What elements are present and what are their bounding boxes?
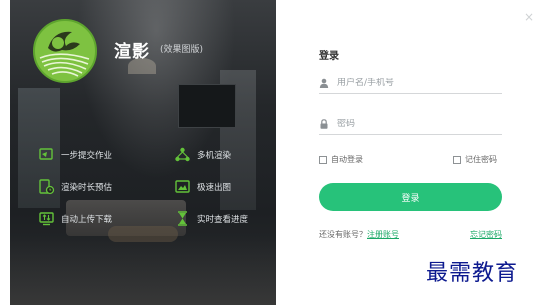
username-field[interactable] xyxy=(319,72,502,94)
remember-password-label: 记住密码 xyxy=(465,155,497,164)
lock-icon xyxy=(320,118,328,129)
remember-password-checkbox[interactable]: 记住密码 xyxy=(453,154,497,165)
hourglass-icon xyxy=(178,211,187,226)
feature-time-estimate: 渲染时长预估 xyxy=(38,178,112,195)
promo-panel: 渲影 (效果图版) 一步提交作业 多机渲染 渲染时长预估 极速出图 自动上传下载… xyxy=(10,0,276,305)
feature-multi-render: 多机渲染 xyxy=(174,146,231,163)
room-tv xyxy=(178,84,236,128)
feature-auto-transfer: 自动上传下载 xyxy=(38,210,112,227)
send-icon xyxy=(39,148,53,160)
feature-submit-job: 一步提交作业 xyxy=(38,146,112,163)
login-title: 登录 xyxy=(319,51,339,62)
feature-fast-output: 极速出图 xyxy=(174,178,231,195)
checkbox-box[interactable] xyxy=(453,155,461,164)
feature-label: 自动上传下载 xyxy=(61,214,113,225)
user-icon xyxy=(319,78,329,88)
feature-label: 渲染时长预估 xyxy=(61,182,113,193)
username-input[interactable] xyxy=(337,77,487,88)
feature-label: 多机渲染 xyxy=(197,150,232,161)
password-field[interactable] xyxy=(319,113,502,135)
login-button[interactable]: 登录 xyxy=(319,183,502,211)
register-link[interactable]: 注册账号 xyxy=(367,230,399,239)
password-input[interactable] xyxy=(337,118,487,129)
feature-label: 一步提交作业 xyxy=(61,150,113,161)
multi-machine-icon xyxy=(175,147,190,162)
close-icon[interactable]: × xyxy=(524,10,534,24)
upload-download-icon xyxy=(39,212,54,226)
fast-image-icon xyxy=(175,180,190,193)
brand-name: 渲影 xyxy=(114,42,150,62)
checkbox-box[interactable] xyxy=(319,155,327,164)
forgot-password-link[interactable]: 忘记密码 xyxy=(470,229,502,240)
watermark-text: 最需教育 xyxy=(426,261,519,286)
time-estimate-icon xyxy=(39,179,55,195)
auto-login-checkbox[interactable]: 自动登录 xyxy=(319,154,363,165)
feature-live-progress: 实时查看进度 xyxy=(174,210,248,227)
feature-label: 实时查看进度 xyxy=(197,214,249,225)
feature-label: 极速出图 xyxy=(197,182,232,193)
account-links: 还没有账号？注册账号 忘记密码 xyxy=(319,229,502,240)
room-floor xyxy=(10,235,276,305)
brand-subtitle: (效果图版) xyxy=(160,45,204,55)
brand-logo-icon xyxy=(33,19,97,83)
no-account-text: 还没有账号？ xyxy=(319,230,367,239)
auto-login-label: 自动登录 xyxy=(331,155,363,164)
